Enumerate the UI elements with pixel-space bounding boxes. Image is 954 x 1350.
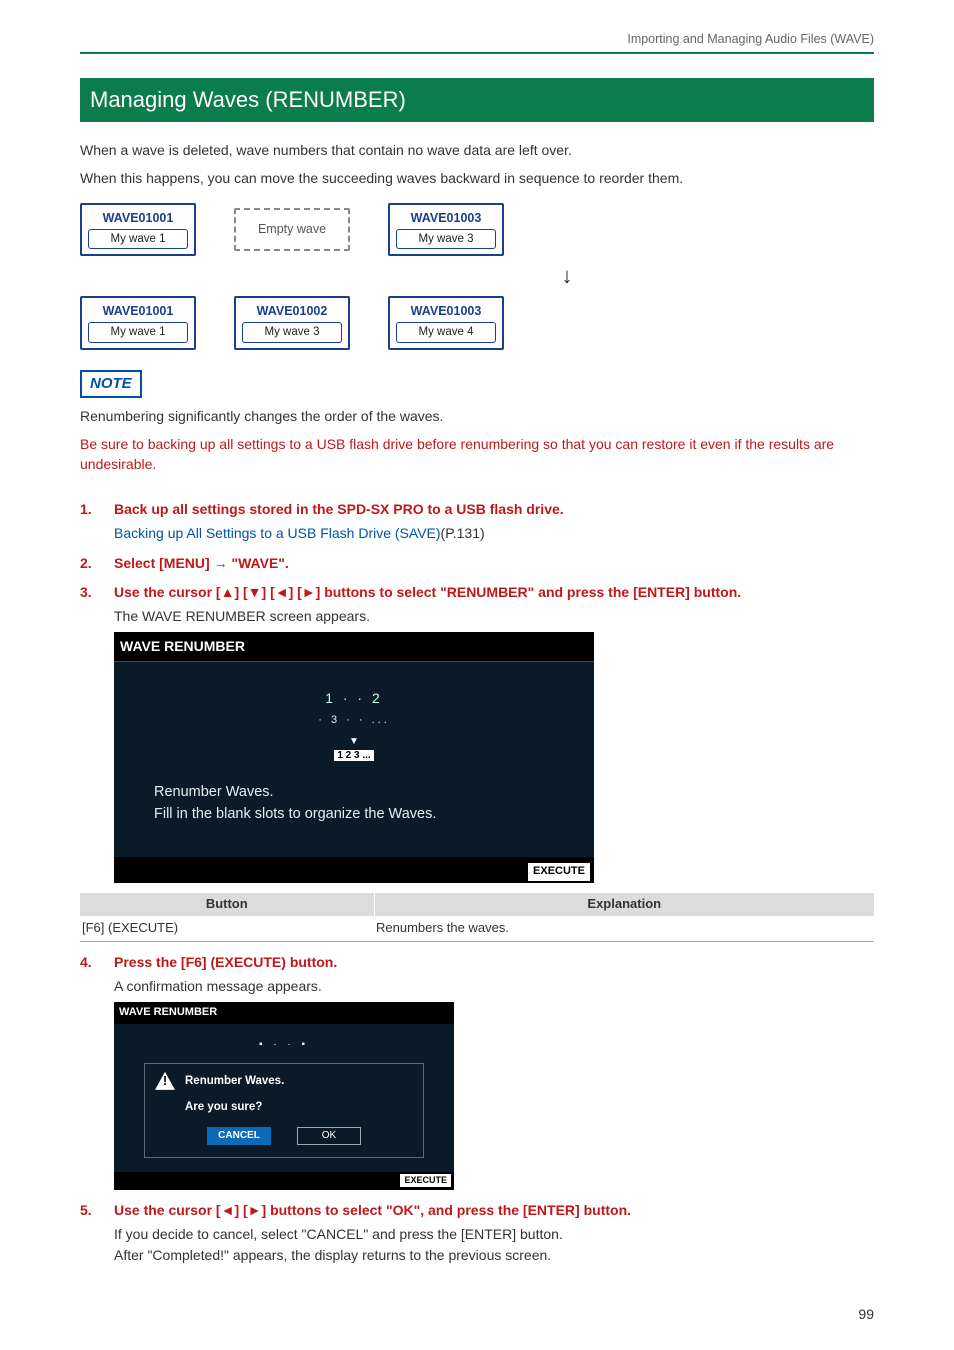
lcd-screenshot: WAVE RENUMBER 1 · · 2 · 3 · · ... ▼ 1 2 …: [114, 632, 594, 883]
wave-box: WAVE01003 My wave 4: [388, 296, 504, 350]
ok-button: OK: [297, 1127, 361, 1146]
warning-icon: !: [155, 1072, 175, 1090]
divider: [80, 52, 874, 54]
wave-name: WAVE01001: [82, 298, 194, 322]
step-title: Press the [F6] (EXECUTE) button.: [114, 952, 337, 972]
confirm-dialog: ! Renumber Waves. Are you sure? CANCEL O…: [144, 1063, 424, 1158]
step-body: After "Completed!" appears, the display …: [114, 1245, 874, 1265]
wave-subname: My wave 1: [88, 322, 188, 343]
execute-button: EXECUTE: [528, 863, 590, 881]
intro-text: When this happens, you can move the succ…: [80, 168, 874, 188]
wave-subname: My wave 3: [396, 229, 496, 250]
cancel-button: CANCEL: [207, 1127, 271, 1146]
note-badge: NOTE: [80, 370, 142, 398]
table-header: Explanation: [374, 893, 874, 916]
screen-icon: 1 · · 2 · 3 · · ...: [154, 688, 554, 729]
wave-name: WAVE01003: [390, 205, 502, 229]
note-text: Renumbering significantly changes the or…: [80, 406, 874, 426]
step-body: If you decide to cancel, select "CANCEL"…: [114, 1224, 874, 1244]
wave-box: WAVE01002 My wave 3: [234, 296, 350, 350]
wave-name: Empty wave: [236, 210, 348, 248]
wave-box: WAVE01001 My wave 1: [80, 203, 196, 257]
button-table: Button Explanation [F6] (EXECUTE) Renumb…: [80, 893, 874, 942]
wave-box-empty: Empty wave: [234, 208, 350, 250]
wave-subname: My wave 1: [88, 229, 188, 250]
step-number: 1.: [80, 499, 114, 519]
step-number: 3.: [80, 582, 114, 602]
note-warning: Be sure to backing up all settings to a …: [80, 434, 874, 475]
step-number: 5.: [80, 1200, 114, 1220]
step-title: Select [MENU] → "WAVE".: [114, 553, 289, 573]
dialog-text: Are you sure?: [185, 1098, 284, 1116]
screen-title: WAVE RENUMBER: [114, 1002, 454, 1024]
wave-name: WAVE01001: [82, 205, 194, 229]
step-number: 2.: [80, 553, 114, 573]
page-number: 99: [858, 1304, 874, 1324]
step-title: Back up all settings stored in the SPD-S…: [114, 499, 564, 519]
wave-name: WAVE01003: [390, 298, 502, 322]
wave-subname: My wave 3: [242, 322, 342, 343]
renumber-diagram: WAVE01001 My wave 1 Empty wave WAVE01003…: [80, 203, 874, 350]
step-title: Use the cursor [▲] [▼] [◄] [►] buttons t…: [114, 582, 741, 602]
step-body: A confirmation message appears.: [114, 976, 874, 996]
execute-button: EXECUTE: [400, 1174, 451, 1187]
table-cell: Renumbers the waves.: [374, 916, 874, 941]
intro-text: When a wave is deleted, wave numbers tha…: [80, 140, 874, 160]
step-number: 4.: [80, 952, 114, 972]
page-ref: (P.131): [441, 525, 485, 541]
dialog-text: Renumber Waves.: [185, 1072, 284, 1090]
screen-icon: ▼ 1 2 3 ...: [154, 735, 554, 764]
screen-text: Fill in the blank slots to organize the …: [154, 804, 554, 826]
screen-text: Renumber Waves.: [154, 782, 554, 804]
cross-reference-link[interactable]: Backing up All Settings to a USB Flash D…: [114, 525, 441, 541]
table-header: Button: [80, 893, 374, 916]
wave-box: WAVE01001 My wave 1: [80, 296, 196, 350]
table-cell: [F6] (EXECUTE): [80, 916, 374, 941]
lcd-screenshot: WAVE RENUMBER ▪ · · ▪ ! Renumber Waves. …: [114, 1002, 454, 1190]
arrow-down-icon: ↓: [260, 260, 874, 292]
breadcrumb: Importing and Managing Audio Files (WAVE…: [80, 30, 874, 48]
screen-icon: ▪ · · ▪: [144, 1038, 424, 1053]
step-body: The WAVE RENUMBER screen appears.: [114, 606, 874, 626]
wave-box: WAVE01003 My wave 3: [388, 203, 504, 257]
step-title: Use the cursor [◄] [►] buttons to select…: [114, 1200, 631, 1220]
wave-subname: My wave 4: [396, 322, 496, 343]
wave-name: WAVE01002: [236, 298, 348, 322]
page-title: Managing Waves (RENUMBER): [80, 78, 874, 122]
screen-title: WAVE RENUMBER: [114, 632, 594, 661]
